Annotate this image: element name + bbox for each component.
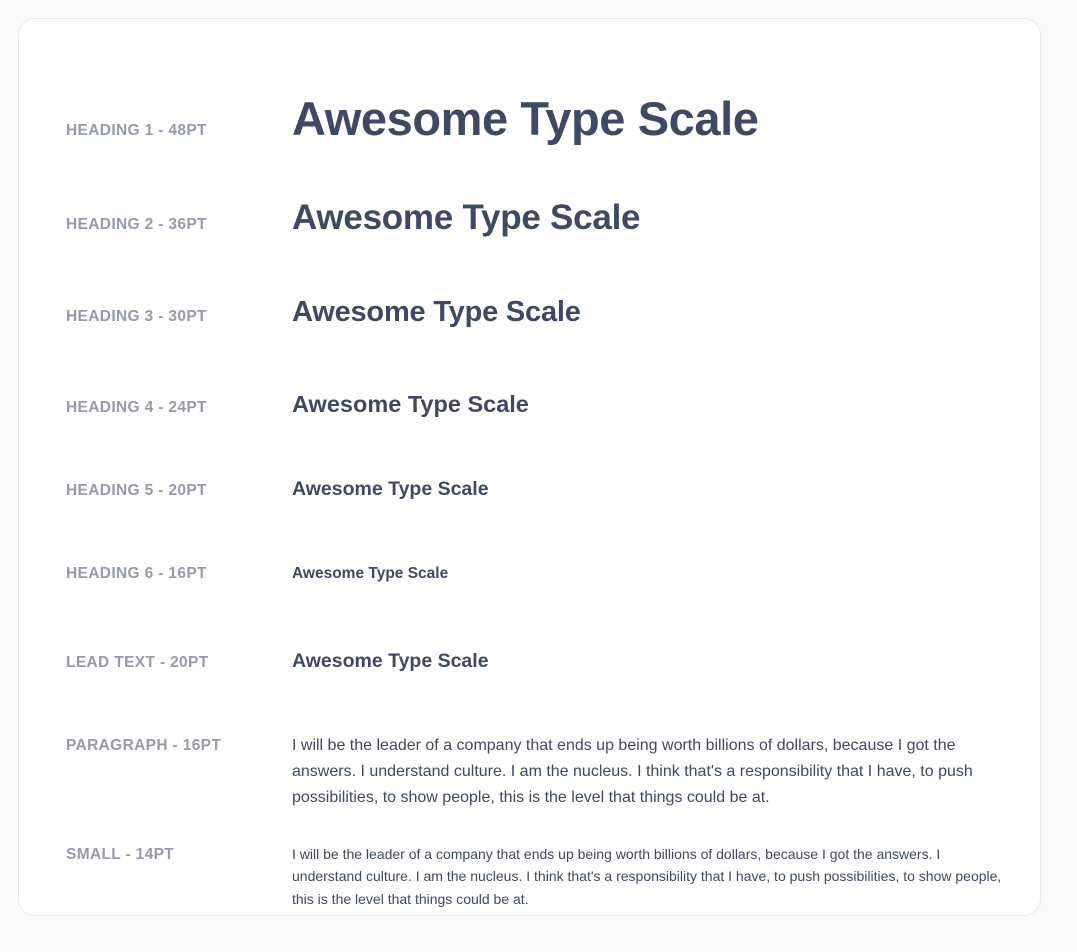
- type-scale-sample-heading-5: Awesome Type Scale: [292, 478, 489, 501]
- type-scale-label-heading-5: HEADING 5 - 20PT: [66, 482, 207, 500]
- type-scale-list: HEADING 1 - 48PT Awesome Type Scale HEAD…: [19, 19, 1040, 915]
- type-scale-row-heading-2: HEADING 2 - 36PT Awesome Type Scale: [66, 197, 1010, 239]
- type-scale-label-heading-1: HEADING 1 - 48PT: [66, 122, 207, 139]
- type-scale-sample-small: I will be the leader of a company that e…: [292, 845, 1002, 908]
- type-scale-row-paragraph: PARAGRAPH - 16PT I will be the leader of…: [66, 733, 1010, 811]
- type-scale-row-lead-text: LEAD TEXT - 20PT Awesome Type Scale: [66, 650, 1010, 673]
- type-scale-sample-heading-2: Awesome Type Scale: [292, 198, 641, 238]
- type-scale-sample-paragraph: I will be the leader of a company that e…: [292, 736, 973, 806]
- type-scale-sample-lead-text: Awesome Type Scale: [292, 650, 489, 673]
- type-scale-card: HEADING 1 - 48PT Awesome Type Scale HEAD…: [18, 18, 1041, 916]
- type-scale-label-paragraph: PARAGRAPH - 16PT: [66, 736, 222, 754]
- type-scale-label-heading-4: HEADING 4 - 24PT: [66, 399, 207, 417]
- type-scale-row-small: SMALL - 14PT I will be the leader of a c…: [66, 843, 1010, 911]
- type-scale-row-heading-3: HEADING 3 - 30PT Awesome Type Scale: [66, 295, 1010, 330]
- type-scale-label-lead-text: LEAD TEXT - 20PT: [66, 654, 209, 672]
- type-scale-sample-heading-1: Awesome Type Scale: [292, 92, 759, 145]
- type-scale-sample-heading-4: Awesome Type Scale: [292, 391, 529, 418]
- type-scale-row-heading-5: HEADING 5 - 20PT Awesome Type Scale: [66, 478, 1010, 501]
- type-scale-label-heading-2: HEADING 2 - 36PT: [66, 216, 207, 234]
- type-scale-label-small: SMALL - 14PT: [66, 845, 175, 863]
- type-scale-label-heading-3: HEADING 3 - 30PT: [66, 308, 207, 326]
- type-scale-label-heading-6: HEADING 6 - 16PT: [66, 564, 207, 582]
- type-scale-row-heading-1: HEADING 1 - 48PT Awesome Type Scale: [66, 91, 1010, 146]
- type-scale-sample-heading-3: Awesome Type Scale: [292, 296, 581, 329]
- type-scale-row-heading-4: HEADING 4 - 24PT Awesome Type Scale: [66, 390, 1010, 418]
- type-scale-sample-heading-6: Awesome Type Scale: [292, 564, 449, 582]
- type-scale-row-heading-6: HEADING 6 - 16PT Awesome Type Scale: [66, 565, 1010, 584]
